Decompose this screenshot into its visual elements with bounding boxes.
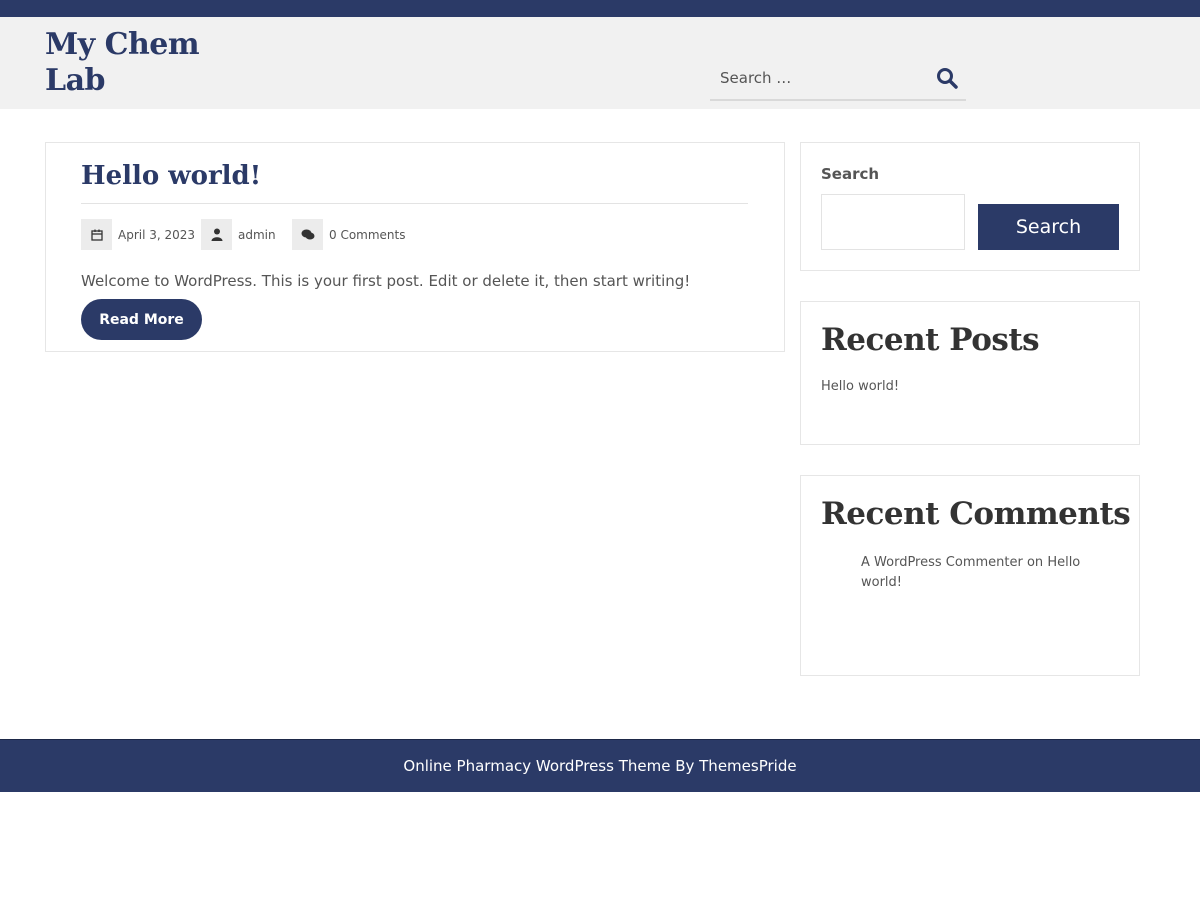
comment-connector: on xyxy=(1026,555,1044,570)
header-search-form xyxy=(710,55,966,101)
post-title[interactable]: Hello world! xyxy=(81,161,261,191)
footer-credit[interactable]: Online Pharmacy WordPress Theme By Theme… xyxy=(403,757,796,775)
comment-author-link[interactable]: A WordPress Commenter xyxy=(861,555,1023,570)
search-widget-label: Search xyxy=(821,165,880,183)
post-date-text[interactable]: April 3, 2023 xyxy=(118,228,195,242)
site-footer: Online Pharmacy WordPress Theme By Theme… xyxy=(0,739,1200,792)
post-comments-text[interactable]: 0 Comments xyxy=(329,228,406,242)
post-comments: 0 Comments xyxy=(292,219,406,250)
site-title[interactable]: My Chem Lab xyxy=(45,27,215,99)
main-content: Hello world! April 3, 2023 admin 0 Comme… xyxy=(0,109,1200,739)
top-bar xyxy=(0,0,1200,17)
calendar-icon xyxy=(81,219,112,250)
post-card: Hello world! April 3, 2023 admin 0 Comme… xyxy=(45,142,785,352)
sidebar-search-button[interactable]: Search xyxy=(978,204,1119,250)
post-date: April 3, 2023 xyxy=(81,219,195,250)
recent-comment-item: A WordPress Commenter on Hello world! xyxy=(861,553,1101,593)
recent-post-link[interactable]: Hello world! xyxy=(821,379,899,394)
sidebar-search-input[interactable] xyxy=(821,194,965,250)
recent-posts-heading: Recent Posts xyxy=(821,322,1040,358)
comments-icon xyxy=(292,219,323,250)
post-author-text[interactable]: admin xyxy=(238,228,276,242)
header-search-input[interactable] xyxy=(710,55,930,101)
read-more-button[interactable]: Read More xyxy=(81,299,202,340)
recent-comments-heading: Recent Comments xyxy=(821,496,1131,532)
search-widget: Search Search xyxy=(800,142,1140,271)
recent-comments-widget: Recent Comments A WordPress Commenter on… xyxy=(800,475,1140,676)
recent-posts-widget: Recent Posts Hello world! xyxy=(800,301,1140,445)
post-divider xyxy=(81,203,748,204)
post-author: admin xyxy=(201,219,276,250)
post-excerpt: Welcome to WordPress. This is your first… xyxy=(81,272,691,290)
user-icon xyxy=(201,219,232,250)
site-header: My Chem Lab xyxy=(0,17,1200,109)
search-icon[interactable] xyxy=(936,67,960,91)
